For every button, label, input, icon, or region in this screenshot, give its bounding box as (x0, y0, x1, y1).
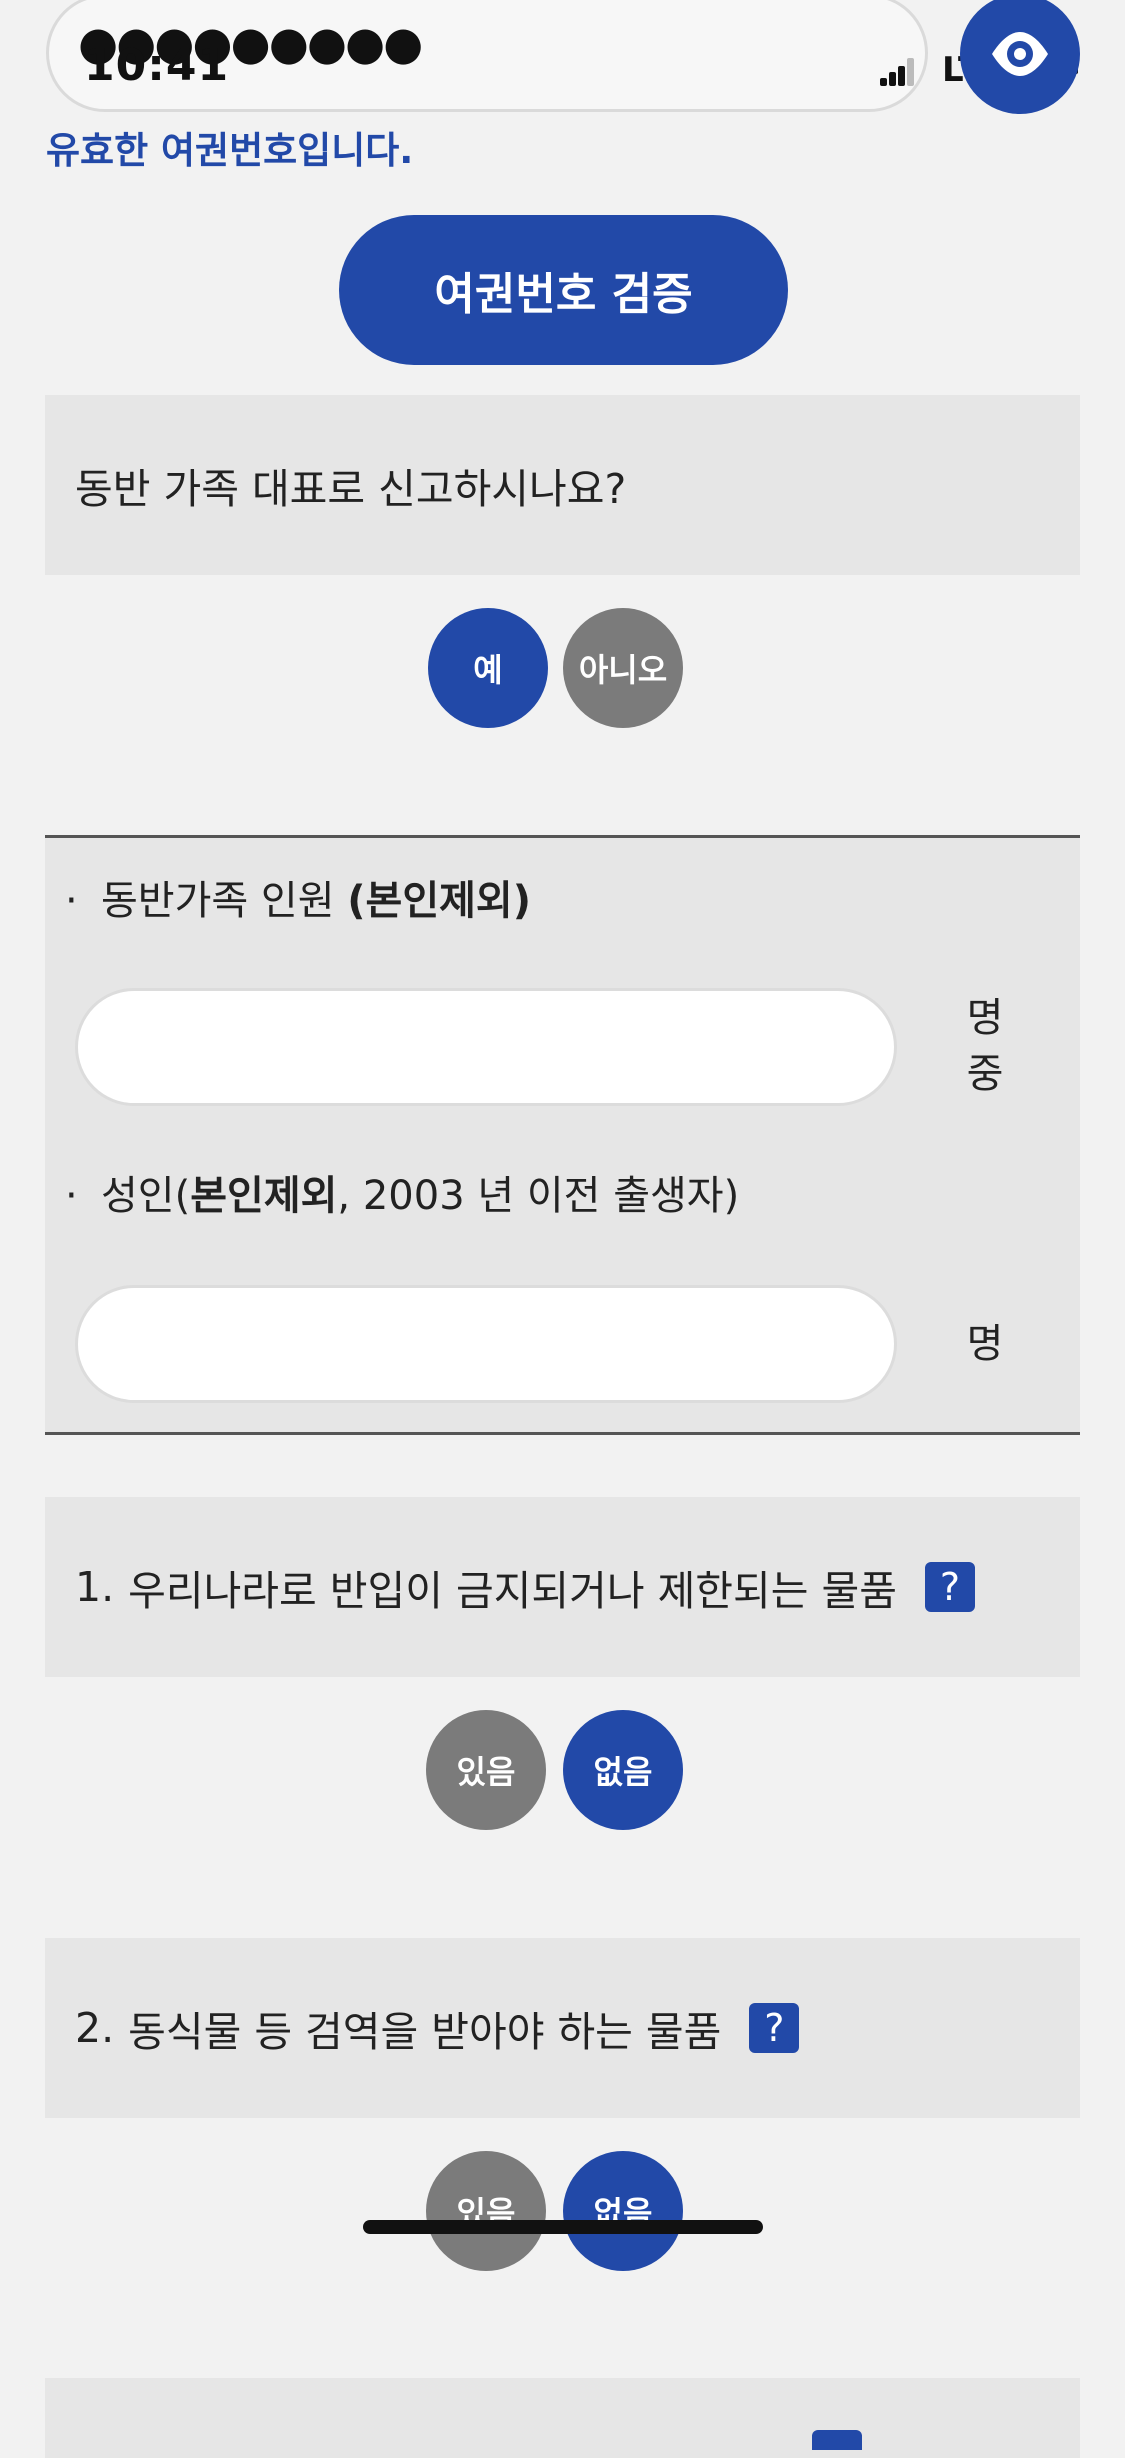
question-1-text: 1. 우리나라로 반입이 금지되거나 제한되는 물품 ? (75, 1497, 975, 1677)
rep-no-button[interactable]: 아니오 (563, 608, 683, 728)
companions-unit: 명 중 (966, 995, 1004, 1097)
adults-count-input[interactable] (75, 1285, 897, 1403)
adults-unit: 명 (966, 1321, 1004, 1367)
question-2-box: 2. 동식물 등 검역을 받아야 하는 물품 ? (45, 1938, 1080, 2118)
next-question-box (45, 2378, 1080, 2458)
toggle-visibility-button[interactable] (960, 0, 1080, 114)
question-1-have-button[interactable]: 있음 (426, 1710, 546, 1830)
help-icon[interactable]: ? (749, 2003, 800, 2053)
rep-question-box: 동반 가족 대표로 신고하시나요? (45, 395, 1080, 575)
help-icon[interactable]: ? (924, 1562, 975, 1612)
question-2-text: 2. 동식물 등 검역을 받아야 하는 물품 ? (75, 1938, 800, 2118)
rep-yes-button[interactable]: 예 (428, 608, 548, 728)
family-section: · 동반가족 인원 (본인제외) 명 중 · 성인(본인제외, 2003 년 이전 … (45, 835, 1080, 1435)
question-1-none-button[interactable]: 없음 (563, 1710, 683, 1830)
status-time: 10:41 (84, 40, 230, 91)
question-1-box: 1. 우리나라로 반입이 금지되거나 제한되는 물품 ? (45, 1497, 1080, 1677)
verify-passport-button[interactable]: 여권번호 검증 (339, 215, 788, 365)
signal-icon (880, 58, 916, 86)
companions-count-input[interactable] (75, 988, 897, 1106)
validation-message: 유효한 여권번호입니다. (46, 129, 414, 172)
eye-icon (992, 32, 1048, 76)
help-icon-partial (812, 2430, 862, 2450)
home-indicator (363, 2220, 763, 2234)
rep-question-text: 동반 가족 대표로 신고하시나요? (75, 465, 627, 513)
companions-label: · 동반가족 인원 (본인제외) (65, 878, 531, 924)
question-2-have-button[interactable]: 있음 (426, 2151, 546, 2271)
adults-label: · 성인(본인제외, 2003 년 이전 출생자) (65, 1173, 740, 1219)
question-2-none-button[interactable]: 없음 (563, 2151, 683, 2271)
